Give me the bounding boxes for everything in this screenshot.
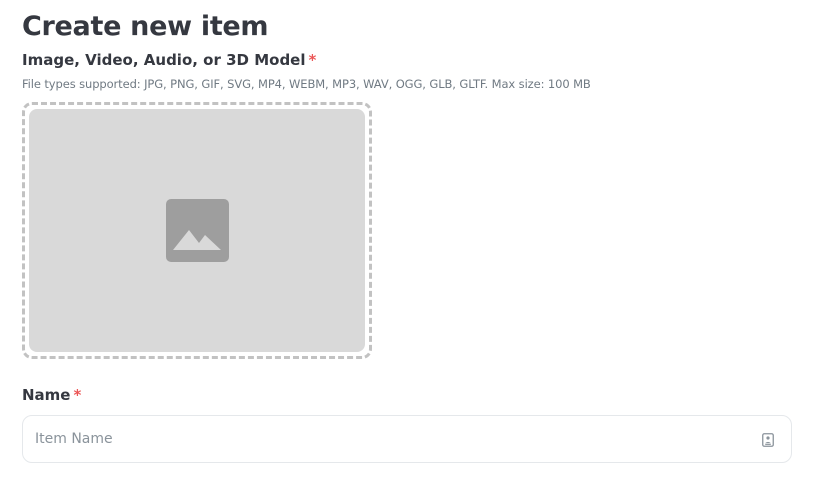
name-field[interactable] [22,415,792,463]
page-title: Create new item [22,11,269,42]
required-asterisk: * [308,51,317,69]
name-field-label: Name * [22,385,81,405]
media-upload-dropzone[interactable] [22,102,372,359]
item-name-input[interactable] [35,416,735,462]
image-placeholder-icon [166,199,229,262]
media-field-label: Image, Video, Audio, or 3D Model * [22,50,316,70]
required-asterisk: * [73,386,82,404]
file-types-help-text: File types supported: JPG, PNG, GIF, SVG… [22,77,591,91]
autofill-contact-icon[interactable] [762,433,774,447]
name-label-text: Name [22,386,71,404]
media-label-text: Image, Video, Audio, or 3D Model [22,51,306,69]
media-preview-area[interactable] [29,109,365,352]
